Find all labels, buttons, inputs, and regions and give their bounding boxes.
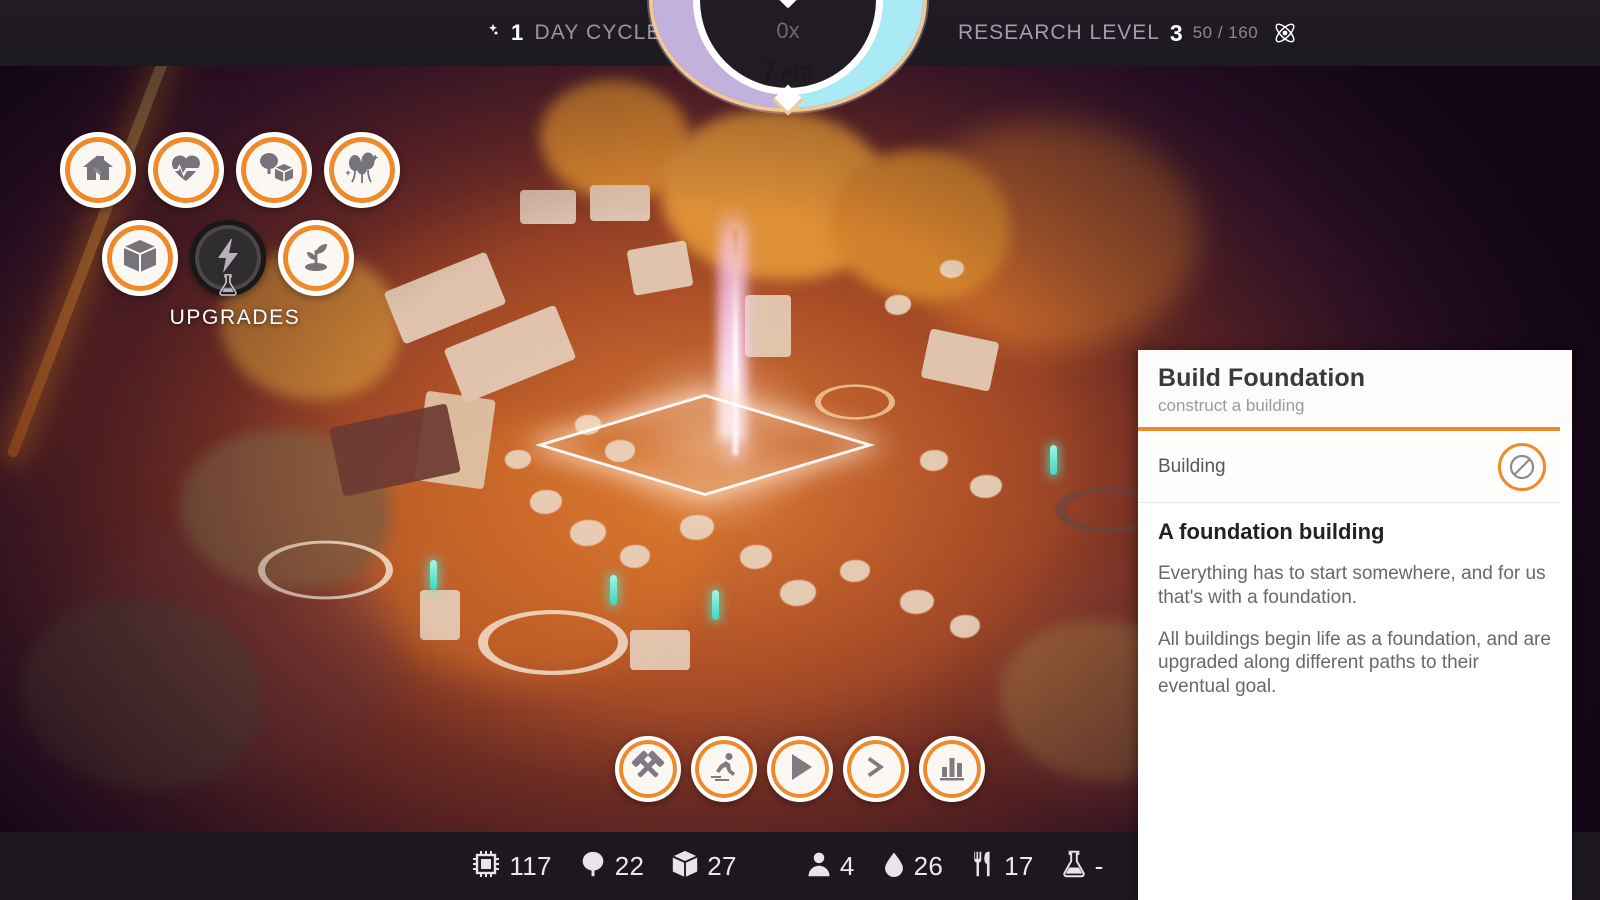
current-time-label: 7 am: [762, 58, 814, 83]
building-selector-row[interactable]: Building: [1138, 431, 1560, 503]
game-speed-value: 0x: [776, 18, 800, 43]
upgrades-label: UPGRADES: [169, 306, 301, 329]
resource-water: 26: [881, 850, 944, 883]
crate-icon: [120, 236, 160, 281]
sprout-icon: [296, 236, 336, 281]
resource-wood-value: 22: [614, 850, 645, 881]
tree-crate-icon: [254, 148, 294, 193]
resource-circuits: 117: [470, 848, 551, 885]
runner-icon: [707, 750, 741, 789]
build-button[interactable]: [615, 736, 681, 802]
resource-food: 17: [969, 849, 1034, 884]
resource-science: -: [1060, 849, 1104, 884]
moon-icon: [470, 18, 500, 48]
resource-crates-value: 27: [707, 850, 737, 881]
housing-upgrade-button[interactable]: [60, 132, 136, 208]
water-drop-icon: [881, 850, 907, 883]
info-panel-header: Build Foundation construct a building: [1138, 350, 1572, 427]
day-night-dial[interactable]: 0x 7 am: [653, 0, 923, 116]
research-level-label: RESEARCH LEVEL: [958, 21, 1160, 44]
power-upgrade-button[interactable]: [190, 220, 266, 296]
day-cycle-indicator: 1 DAY CYCLE: [470, 0, 662, 66]
info-panel-subtitle: construct a building: [1158, 396, 1305, 415]
bar-chart-icon: [935, 750, 969, 789]
resource-population-value: 4: [839, 850, 855, 881]
research-progress: 50 / 160: [1192, 23, 1259, 42]
resource-circuits-value: 117: [509, 850, 552, 881]
cutlery-icon: [969, 849, 997, 884]
upgrades-panel: UPGRADES: [60, 132, 410, 330]
building-selector-label: Building: [1158, 455, 1226, 477]
hammers-icon: [631, 750, 665, 789]
page-title: Build Foundation: [1158, 364, 1366, 392]
play-button[interactable]: [767, 736, 833, 802]
resource-crates: 27: [670, 849, 737, 884]
resource-wood: 22: [578, 849, 645, 884]
resource-food-value: 17: [1004, 850, 1034, 881]
entertainment-upgrade-button[interactable]: [324, 132, 400, 208]
storage-upgrade-button[interactable]: [102, 220, 178, 296]
research-level-indicator: RESEARCH LEVEL 3 50 / 160: [958, 0, 1298, 66]
heart-pulse-icon: [166, 148, 206, 193]
flask-icon: [217, 273, 240, 296]
build-info-panel: Build Foundation construct a building Bu…: [1138, 350, 1572, 900]
info-panel-paragraph-1: Everything has to start somewhere, and f…: [1158, 563, 1546, 608]
fast-forward-button[interactable]: [843, 736, 909, 802]
tree-icon: [578, 849, 608, 884]
info-panel-heading: A foundation building: [1158, 519, 1385, 544]
flask-icon: [1060, 849, 1088, 884]
resource-water-value: 26: [913, 850, 944, 881]
chevron-right-icon: [859, 750, 893, 789]
crate-icon: [670, 849, 700, 884]
worker-speed-button[interactable]: [691, 736, 757, 802]
health-upgrade-button[interactable]: [148, 132, 224, 208]
prohibited-icon[interactable]: [1498, 442, 1546, 491]
info-panel-body: A foundation building Everything has to …: [1138, 503, 1572, 717]
upgrades-row-1: [60, 132, 410, 208]
chip-icon: [470, 848, 502, 885]
atom-icon: [1272, 20, 1298, 46]
house-icon: [78, 148, 118, 193]
day-cycle-label: DAY CYCLE: [534, 21, 662, 44]
resource-group-materials: 117 22 27: [470, 848, 762, 885]
statistics-button[interactable]: [919, 736, 985, 802]
research-level-value: 3: [1169, 19, 1183, 46]
growth-upgrade-button[interactable]: [278, 220, 354, 296]
action-button-bar: [615, 736, 985, 802]
resource-group-population: 4 26 17 -: [805, 849, 1130, 884]
resource-science-value: -: [1094, 850, 1104, 881]
info-panel-paragraph-2: All buildings begin life as a foundation…: [1158, 628, 1551, 698]
upgrades-row-2: [102, 220, 410, 296]
day-cycle-value: 1: [511, 20, 524, 45]
game-screen: 1 DAY CYCLE RESEARCH LEVEL 3 50 / 160 0x…: [0, 0, 1600, 900]
resources-upgrade-button[interactable]: [236, 132, 312, 208]
resource-population: 4: [805, 850, 855, 883]
person-icon: [805, 850, 833, 883]
balloons-icon: [342, 148, 382, 193]
play-icon: [783, 750, 817, 789]
